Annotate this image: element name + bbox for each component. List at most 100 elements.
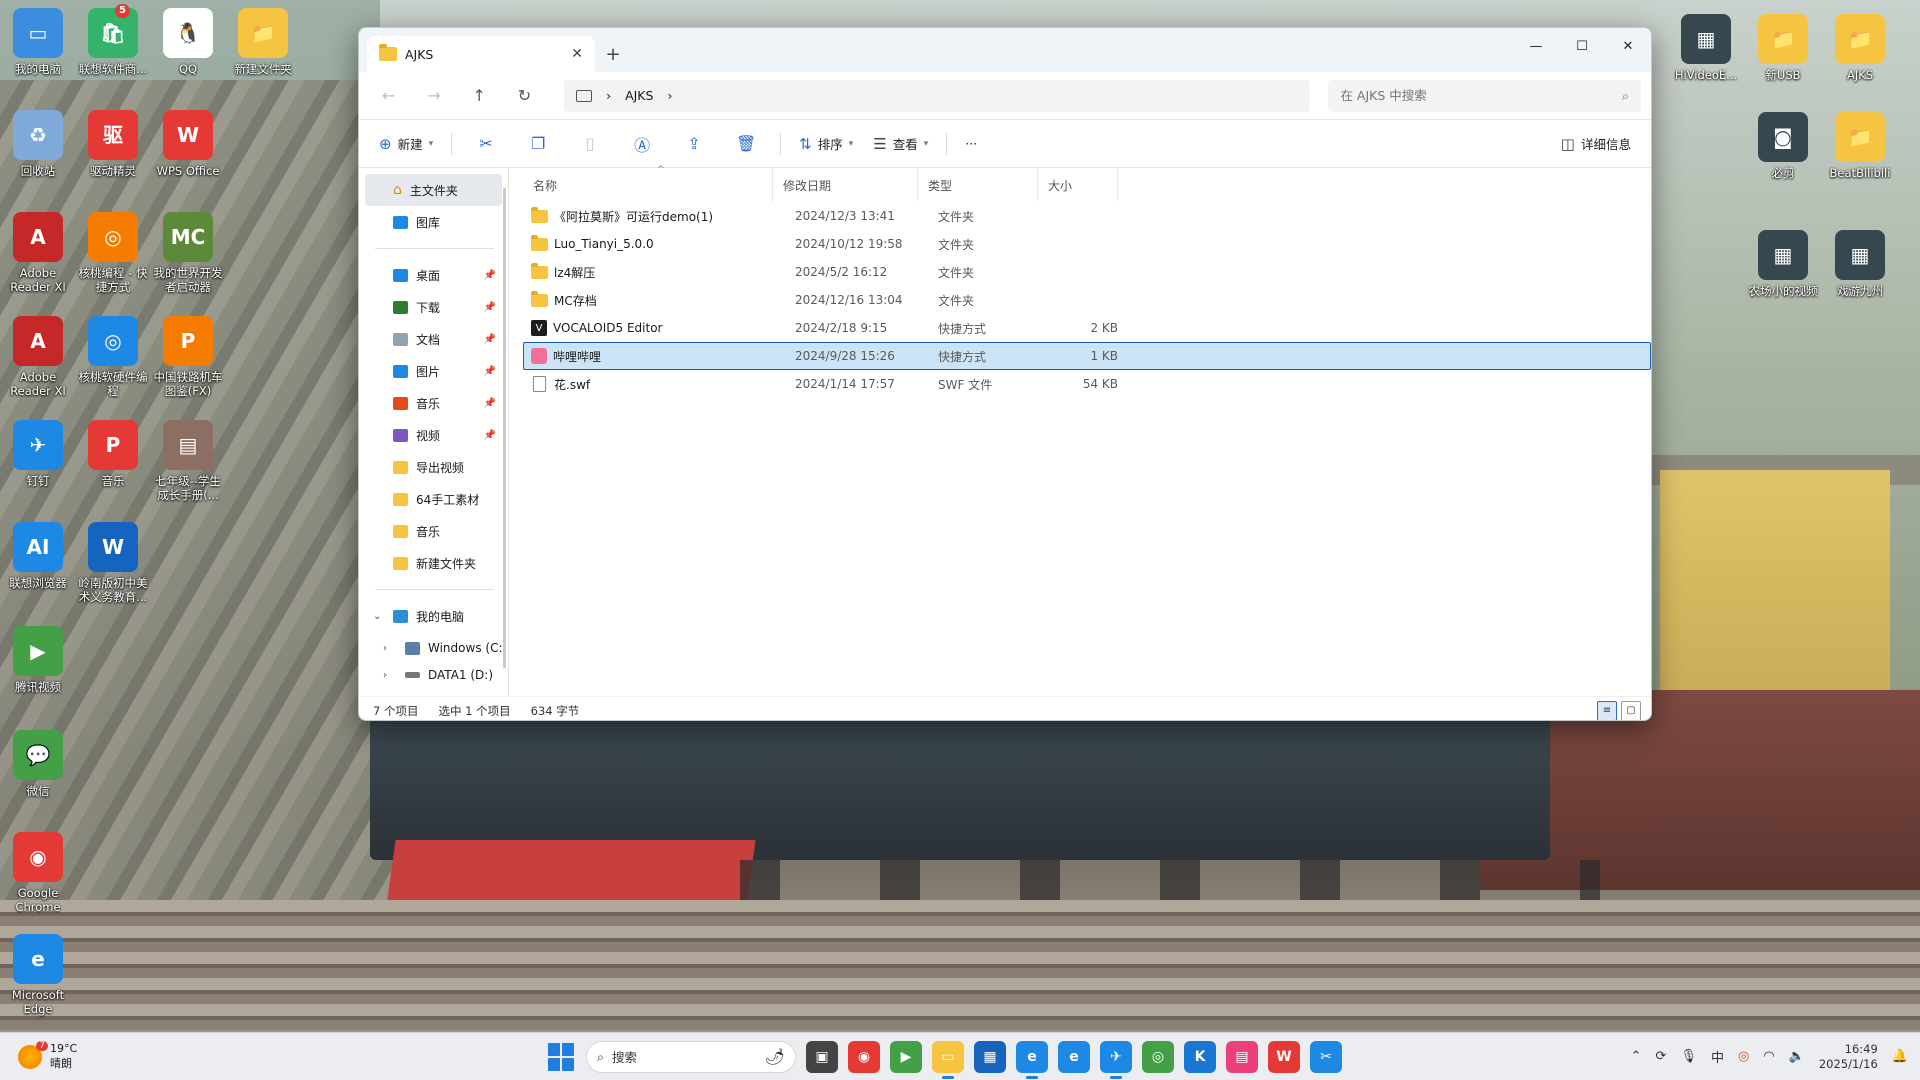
app-tray-icon[interactable]: ◎ bbox=[1738, 1049, 1749, 1064]
desktop-icon[interactable]: 📁 新建文件夹 bbox=[225, 8, 301, 76]
new-tab-button[interactable]: + bbox=[595, 36, 631, 72]
desktop-icon[interactable]: ◎ 核桃软硬件编程 bbox=[75, 316, 151, 398]
nav-quick-item[interactable]: 桌面 📌 bbox=[365, 259, 508, 291]
nav-quick-item[interactable]: 图片 📌 bbox=[365, 355, 508, 387]
notification-icon[interactable]: 🔔 bbox=[1892, 1049, 1908, 1064]
sync-icon[interactable]: ⟳ bbox=[1656, 1049, 1667, 1064]
desktop-icon[interactable]: ▤ 七年级--学生成长手册(... bbox=[150, 420, 226, 502]
desktop-icon[interactable]: ◙ 必剪 bbox=[1745, 112, 1821, 180]
desktop-icon[interactable]: AI 联想浏览器 bbox=[0, 522, 76, 590]
wechat-icon[interactable]: ◎ bbox=[1142, 1040, 1174, 1073]
nav-quick-item[interactable]: 下载 📌 bbox=[365, 291, 508, 323]
nav-drive-c[interactable]: › Windows (C:) bbox=[365, 632, 508, 664]
tab-close-icon[interactable]: ✕ bbox=[571, 46, 583, 62]
wps-icon[interactable]: W bbox=[1268, 1040, 1300, 1073]
back-button[interactable]: ← bbox=[369, 80, 408, 112]
nav-folder-item[interactable]: 64手工素材 bbox=[365, 483, 508, 515]
nav-gallery[interactable]: 图库 bbox=[365, 206, 508, 238]
breadcrumb-separator[interactable]: › bbox=[606, 88, 611, 103]
more-button[interactable]: ··· bbox=[957, 128, 985, 160]
chevron-up-icon[interactable]: ⌃ bbox=[1631, 1049, 1642, 1064]
tab-ajks[interactable]: AJKS ✕ bbox=[367, 36, 595, 72]
column-type[interactable]: 类型 bbox=[918, 168, 1038, 202]
tencent-video-icon[interactable]: ▶ bbox=[890, 1040, 922, 1073]
desktop-icon[interactable]: ♻ 回收站 bbox=[0, 110, 76, 178]
desktop-icon[interactable]: A Adobe Reader XI bbox=[0, 212, 76, 294]
breadcrumb-separator[interactable]: › bbox=[667, 88, 672, 103]
nav-scrollbar[interactable] bbox=[503, 188, 506, 668]
task-view-icon[interactable]: ▣ bbox=[806, 1040, 838, 1073]
nav-drive-d[interactable]: › DATA1 (D:) bbox=[365, 664, 508, 686]
cut-icon[interactable]: ✂ bbox=[462, 128, 510, 160]
desktop-icon[interactable]: 💬 微信 bbox=[0, 730, 76, 798]
chevron-right-icon[interactable]: › bbox=[383, 643, 387, 654]
wifi-icon[interactable]: ◠ bbox=[1763, 1049, 1774, 1064]
column-name[interactable]: 名称 bbox=[523, 168, 773, 202]
file-explorer-icon[interactable]: ▭ bbox=[932, 1040, 964, 1079]
desktop-icon[interactable]: 🛍 5 联想软件商... bbox=[75, 4, 151, 76]
lenovo-browser-icon[interactable]: e bbox=[1058, 1040, 1090, 1073]
ime-indicator[interactable]: 中 bbox=[1711, 1047, 1724, 1066]
nav-folder-item[interactable]: 音乐 bbox=[365, 515, 508, 547]
nav-quick-item[interactable]: 文档 📌 bbox=[365, 323, 508, 355]
minimize-button[interactable]: — bbox=[1513, 28, 1559, 64]
copy-icon[interactable]: ❐ bbox=[514, 128, 562, 160]
desktop-icon[interactable]: ▦ HiVideoE... bbox=[1668, 14, 1744, 82]
desktop-icon[interactable]: ▦ 戏游九州 bbox=[1822, 230, 1898, 298]
snipping-tool-icon[interactable]: ✂ bbox=[1310, 1040, 1342, 1073]
start-button[interactable] bbox=[548, 1042, 576, 1071]
weather-widget[interactable]: 7 19°C 晴朗 bbox=[18, 1040, 77, 1071]
details-view-icon[interactable]: ≡ bbox=[1597, 700, 1617, 720]
delete-icon[interactable]: 🗑 bbox=[722, 128, 770, 160]
desktop-icon[interactable]: 📁 BeatBilibili bbox=[1822, 112, 1898, 180]
file-row[interactable]: Luo_Tianyi_5.0.0 2024/10/12 19:58 文件夹 bbox=[523, 230, 1651, 258]
desktop-icon[interactable]: 驱驱动精灵 bbox=[75, 110, 151, 178]
desktop-icon[interactable]: 📁 AJKS bbox=[1822, 14, 1898, 82]
microphone-icon[interactable]: 🎙 bbox=[1680, 1049, 1697, 1064]
file-row[interactable]: 哔哩哔哩 2024/9/28 15:26 快捷方式 1 KB bbox=[523, 342, 1651, 370]
volume-icon[interactable]: 🔈 bbox=[1789, 1049, 1805, 1064]
desktop-icon[interactable]: ◎ 核桃编程 - 快捷方式 bbox=[75, 212, 151, 294]
file-row[interactable]: 《阿拉莫斯》可运行demo(1) 2024/12/3 13:41 文件夹 bbox=[523, 202, 1651, 230]
desktop-icon[interactable]: ▶ 腾讯视频 bbox=[0, 626, 76, 694]
clock[interactable]: 16:49 2025/1/16 bbox=[1819, 1042, 1878, 1072]
nav-this-pc[interactable]: ⌄ 我的电脑 bbox=[365, 600, 508, 632]
desktop-icon[interactable]: 📁 新USB bbox=[1745, 14, 1821, 82]
column-date[interactable]: 修改日期 bbox=[773, 168, 918, 202]
desktop-icon[interactable]: 🐧 QQ bbox=[150, 8, 226, 76]
k-app-icon[interactable]: K bbox=[1184, 1040, 1216, 1073]
desktop-icon[interactable]: P 中国铁路机车图鉴(FX) bbox=[150, 316, 226, 398]
refresh-button[interactable]: ↻ bbox=[505, 80, 544, 112]
file-row[interactable]: lz4解压 2024/5/2 16:12 文件夹 bbox=[523, 258, 1651, 286]
chevron-right-icon[interactable]: › bbox=[383, 670, 387, 681]
maximize-button[interactable]: ☐ bbox=[1559, 28, 1605, 64]
details-button[interactable]: ◫ 详细信息 bbox=[1553, 128, 1639, 160]
file-row[interactable]: MC存档 2024/12/16 13:04 文件夹 bbox=[523, 286, 1651, 314]
store-icon[interactable]: ▦ bbox=[974, 1040, 1006, 1073]
new-button[interactable]: ⊕ 新建 ▾ bbox=[371, 128, 441, 160]
search-box[interactable]: ⌕ bbox=[1328, 79, 1642, 112]
desktop-icon[interactable]: MC 我的世界开发者启动器 bbox=[150, 212, 226, 294]
close-button[interactable]: ✕ bbox=[1605, 28, 1651, 64]
file-row[interactable]: 花.swf 2024/1/14 17:57 SWF 文件 54 KB bbox=[523, 370, 1651, 398]
desktop-icon[interactable]: W 岭南版初中美术义务教育... bbox=[75, 522, 151, 604]
desktop-icon[interactable]: W WPS Office bbox=[150, 110, 226, 178]
rename-icon[interactable]: Ⓐ bbox=[618, 128, 666, 160]
tiles-view-icon[interactable]: ▢ bbox=[1621, 700, 1641, 720]
paste-icon[interactable]: ▯ bbox=[566, 128, 614, 160]
chevron-down-icon[interactable]: ⌄ bbox=[373, 611, 381, 622]
desktop-icon[interactable]: ▭ 我的电脑 bbox=[0, 8, 76, 76]
share-icon[interactable]: ⇪ bbox=[670, 128, 718, 160]
forward-button[interactable]: → bbox=[414, 80, 453, 112]
up-button[interactable]: ↑ bbox=[460, 80, 499, 112]
address-bar[interactable]: › AJKS › bbox=[564, 79, 1311, 112]
dingtalk-icon[interactable]: ✈ bbox=[1100, 1040, 1132, 1079]
edge-icon[interactable]: e bbox=[1016, 1040, 1048, 1079]
column-size[interactable]: 大小 bbox=[1038, 168, 1118, 202]
desktop-icon[interactable]: ◉ Google Chrome bbox=[0, 832, 76, 914]
desktop-icon[interactable]: e Microsoft Edge bbox=[0, 934, 76, 1016]
breadcrumb-ajks[interactable]: AJKS bbox=[625, 88, 653, 103]
nav-quick-item[interactable]: 音乐 📌 bbox=[365, 387, 508, 419]
desktop-icon[interactable]: ▦ 农场小的视频 bbox=[1745, 230, 1821, 298]
taskbar-search[interactable]: ⌕ 搜索 🌶 bbox=[586, 1040, 796, 1073]
